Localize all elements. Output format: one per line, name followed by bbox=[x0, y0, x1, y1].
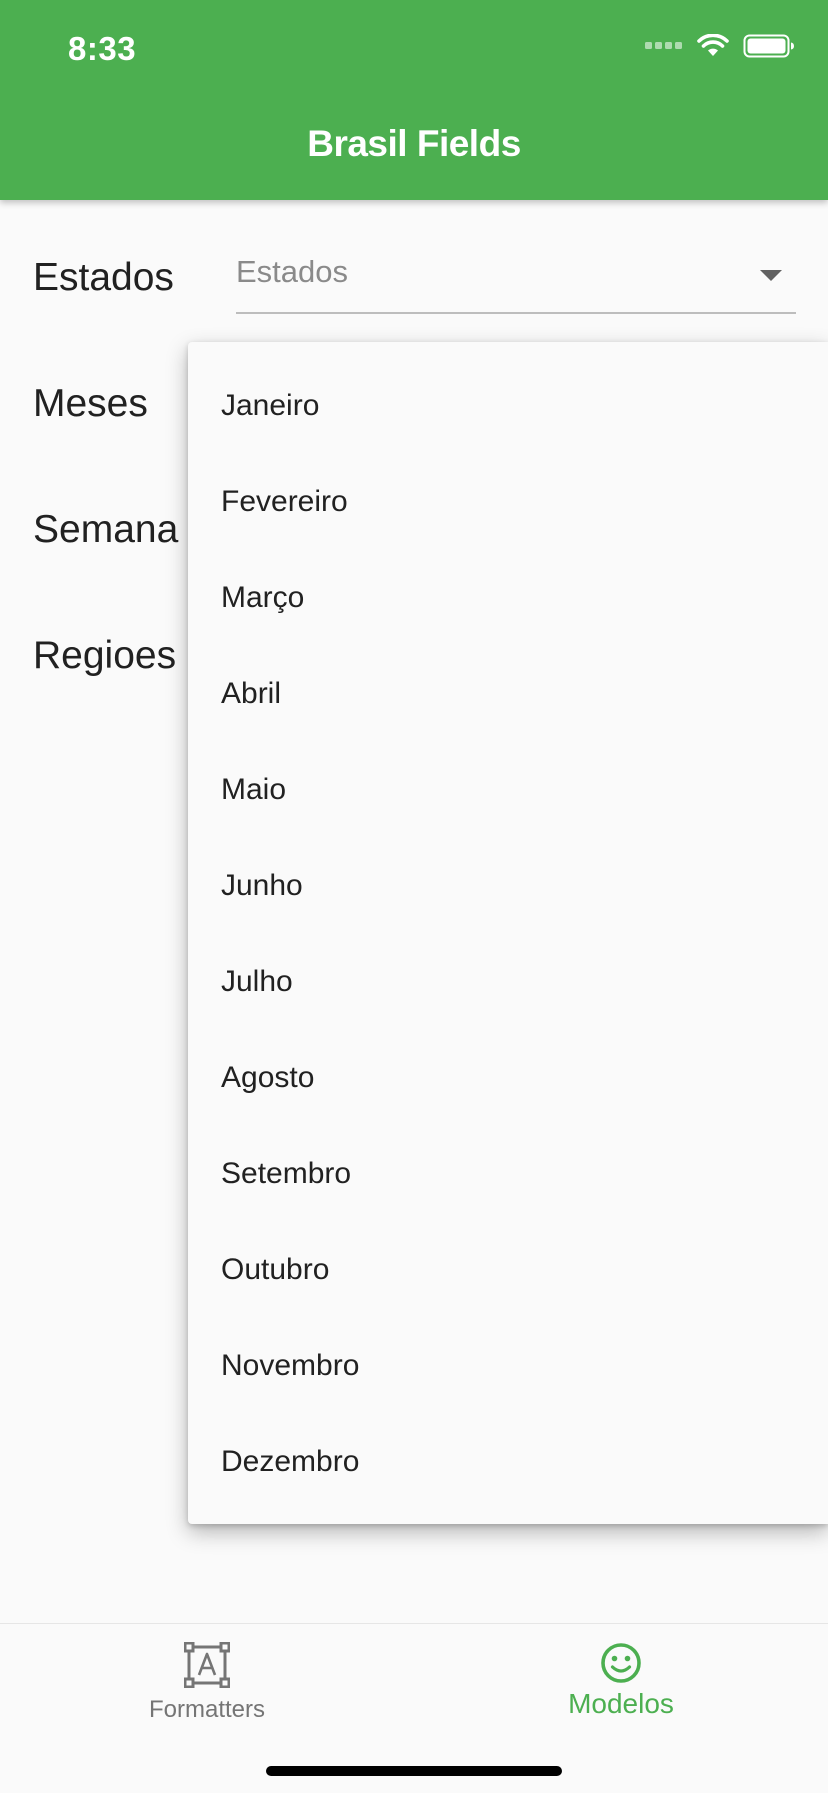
menu-item-maio[interactable]: Maio bbox=[188, 742, 828, 838]
text-format-icon bbox=[184, 1642, 230, 1688]
menu-item-fevereiro[interactable]: Fevereiro bbox=[188, 454, 828, 550]
nav-label-modelos: Modelos bbox=[568, 1688, 674, 1719]
menu-item-novembro[interactable]: Novembro bbox=[188, 1318, 828, 1414]
menu-item-janeiro[interactable]: Janeiro bbox=[188, 358, 828, 454]
nav-item-modelos[interactable]: Modelos bbox=[414, 1624, 828, 1744]
dropdown-arrow-icon bbox=[760, 270, 782, 281]
status-icons bbox=[645, 34, 795, 58]
estados-dropdown[interactable]: Estados bbox=[236, 240, 796, 314]
signal-icon bbox=[645, 42, 682, 49]
wifi-icon bbox=[697, 34, 729, 56]
months-dropdown-menu: Janeiro Fevereiro Março Abril Maio Junho… bbox=[188, 342, 828, 1524]
smiley-icon bbox=[601, 1643, 641, 1683]
home-indicator bbox=[266, 1766, 562, 1776]
estados-label: Estados bbox=[33, 256, 174, 299]
menu-item-marco[interactable]: Março bbox=[188, 550, 828, 646]
nav-item-formatters[interactable]: Formatters bbox=[0, 1624, 414, 1744]
semana-label: Semana bbox=[33, 508, 179, 551]
menu-item-dezembro[interactable]: Dezembro bbox=[188, 1414, 828, 1510]
menu-item-abril[interactable]: Abril bbox=[188, 646, 828, 742]
nav-label-formatters: Formatters bbox=[148, 1696, 265, 1723]
menu-item-junho[interactable]: Junho bbox=[188, 838, 828, 934]
menu-item-julho[interactable]: Julho bbox=[188, 934, 828, 1030]
page-title: Brasil Fields bbox=[307, 123, 521, 164]
battery-icon bbox=[743, 34, 794, 58]
menu-item-setembro[interactable]: Setembro bbox=[188, 1126, 828, 1222]
menu-item-agosto[interactable]: Agosto bbox=[188, 1030, 828, 1126]
meses-label: Meses bbox=[33, 382, 148, 425]
app-bar: 8:33 Brasil Fields bbox=[0, 0, 828, 200]
status-time: 8:33 bbox=[68, 30, 137, 67]
regioes-label: Regioes bbox=[33, 634, 177, 677]
menu-item-outubro[interactable]: Outubro bbox=[188, 1222, 828, 1318]
estados-dropdown-value: Estados bbox=[236, 254, 349, 289]
